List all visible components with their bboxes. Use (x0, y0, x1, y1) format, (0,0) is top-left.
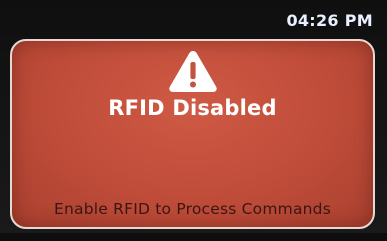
status-clock: 04:26 PM (286, 11, 373, 30)
device-screen: 04:26 PM RFID Disabled Enable RFID to Pr… (0, 0, 387, 241)
rfid-disabled-alert: RFID Disabled Enable RFID to Process Com… (10, 39, 375, 229)
alert-title: RFID Disabled (108, 96, 277, 120)
alert-message: Enable RFID to Process Commands (54, 200, 331, 218)
bottom-bezel (0, 233, 387, 241)
warning-icon (168, 51, 217, 92)
